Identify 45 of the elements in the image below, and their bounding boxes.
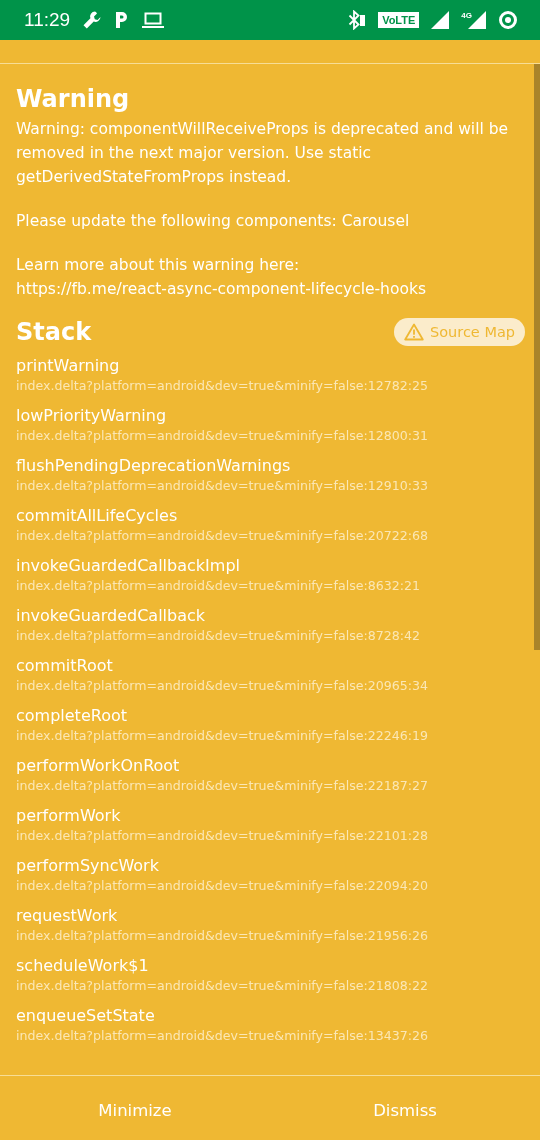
- stack-frame-location: index.delta?platform=android&dev=true&minify=false:22094:20: [16, 877, 430, 895]
- stack-frame-method[interactable]: performWork: [16, 805, 524, 826]
- stack-frame-method[interactable]: flushPendingDeprecationWarnings: [16, 455, 524, 476]
- stack-frame-method[interactable]: commitAllLifeCycles: [16, 505, 524, 526]
- stack-frame-location: index.delta?platform=android&dev=true&minify=false:21808:22: [16, 977, 430, 995]
- stack-frame-location: index.delta?platform=android&dev=true&minify=false:22246:19: [16, 727, 430, 745]
- wrench-icon: [82, 10, 103, 30]
- footer-button[interactable]: Dismiss: [270, 1076, 540, 1140]
- clock-time: 11:29: [24, 9, 71, 31]
- warning-icon: [404, 323, 424, 341]
- stack-frame-location: index.delta?platform=android&dev=true&minify=false:8632:21: [16, 577, 422, 595]
- stack-frame-location: index.delta?platform=android&dev=true&minify=false:12800:31: [16, 427, 430, 445]
- stack-frame-method[interactable]: commitRoot: [16, 655, 524, 676]
- stack-frame-method[interactable]: scheduleWork$1: [16, 955, 524, 976]
- stack-frame-location: index.delta?platform=android&dev=true&minify=false:13437:26: [16, 1027, 430, 1045]
- laptop-icon: [142, 11, 165, 29]
- stack-frame-method[interactable]: performSyncWork: [16, 855, 524, 876]
- stack-frame-method[interactable]: requestWork: [16, 905, 524, 926]
- stack-frame-location: index.delta?platform=android&dev=true&minify=false:20722:68: [16, 527, 430, 545]
- stack-frame-location: index.delta?platform=android&dev=true&minify=false:12782:25: [16, 377, 430, 395]
- stack-frame-method[interactable]: enqueueSetState: [16, 1005, 524, 1026]
- signal-icon: [431, 11, 450, 29]
- network-type: 4G: [461, 11, 472, 20]
- stack-frame-location: index.delta?platform=android&dev=true&minify=false:22101:28: [16, 827, 430, 845]
- stack-frame-location: index.delta?platform=android&dev=true&minify=false:8728:42: [16, 627, 422, 645]
- stack-frame-method[interactable]: invokeGuardedCallbackImpl: [16, 555, 524, 576]
- warning-message: Learn more about this warning here: https://fb.me/react-async-component-lifecycle-hooks: [16, 255, 427, 300]
- stack-frame-location: index.delta?platform=android&dev=true&minify=false:22187:27: [16, 777, 430, 795]
- volte-badge: VoLTE: [378, 12, 420, 28]
- footer-button[interactable]: Minimize: [0, 1076, 270, 1140]
- stack-frame-method[interactable]: completeRoot: [16, 705, 524, 726]
- warning-message: Warning: componentWillReceiveProps is deprecated and will be removed in the next major version. Use static getDerivedStateFromProps instead.: [16, 119, 510, 188]
- stack-frame-location: index.delta?platform=android&dev=true&minify=false:20965:34: [16, 677, 430, 695]
- source-map-button[interactable]: Source Map: [394, 318, 525, 346]
- stack-frame-location: index.delta?platform=android&dev=true&minify=false:12910:33: [16, 477, 430, 495]
- bluetooth-icon: [348, 10, 367, 30]
- battery-icon: [498, 10, 518, 30]
- stack-frame-method[interactable]: printWarning: [16, 355, 524, 376]
- stack-frame-method[interactable]: performWorkOnRoot: [16, 755, 524, 776]
- warning-message: Please update the following components: Carousel: [16, 211, 411, 232]
- stack-title: Stack: [16, 317, 92, 348]
- stack-frame-location: index.delta?platform=android&dev=true&minify=false:21956:26: [16, 927, 430, 945]
- warning-title: Warning: [16, 84, 131, 115]
- stack-frame-method[interactable]: lowPriorityWarning: [16, 405, 524, 426]
- stack-frame-method[interactable]: invokeGuardedCallback: [16, 605, 524, 626]
